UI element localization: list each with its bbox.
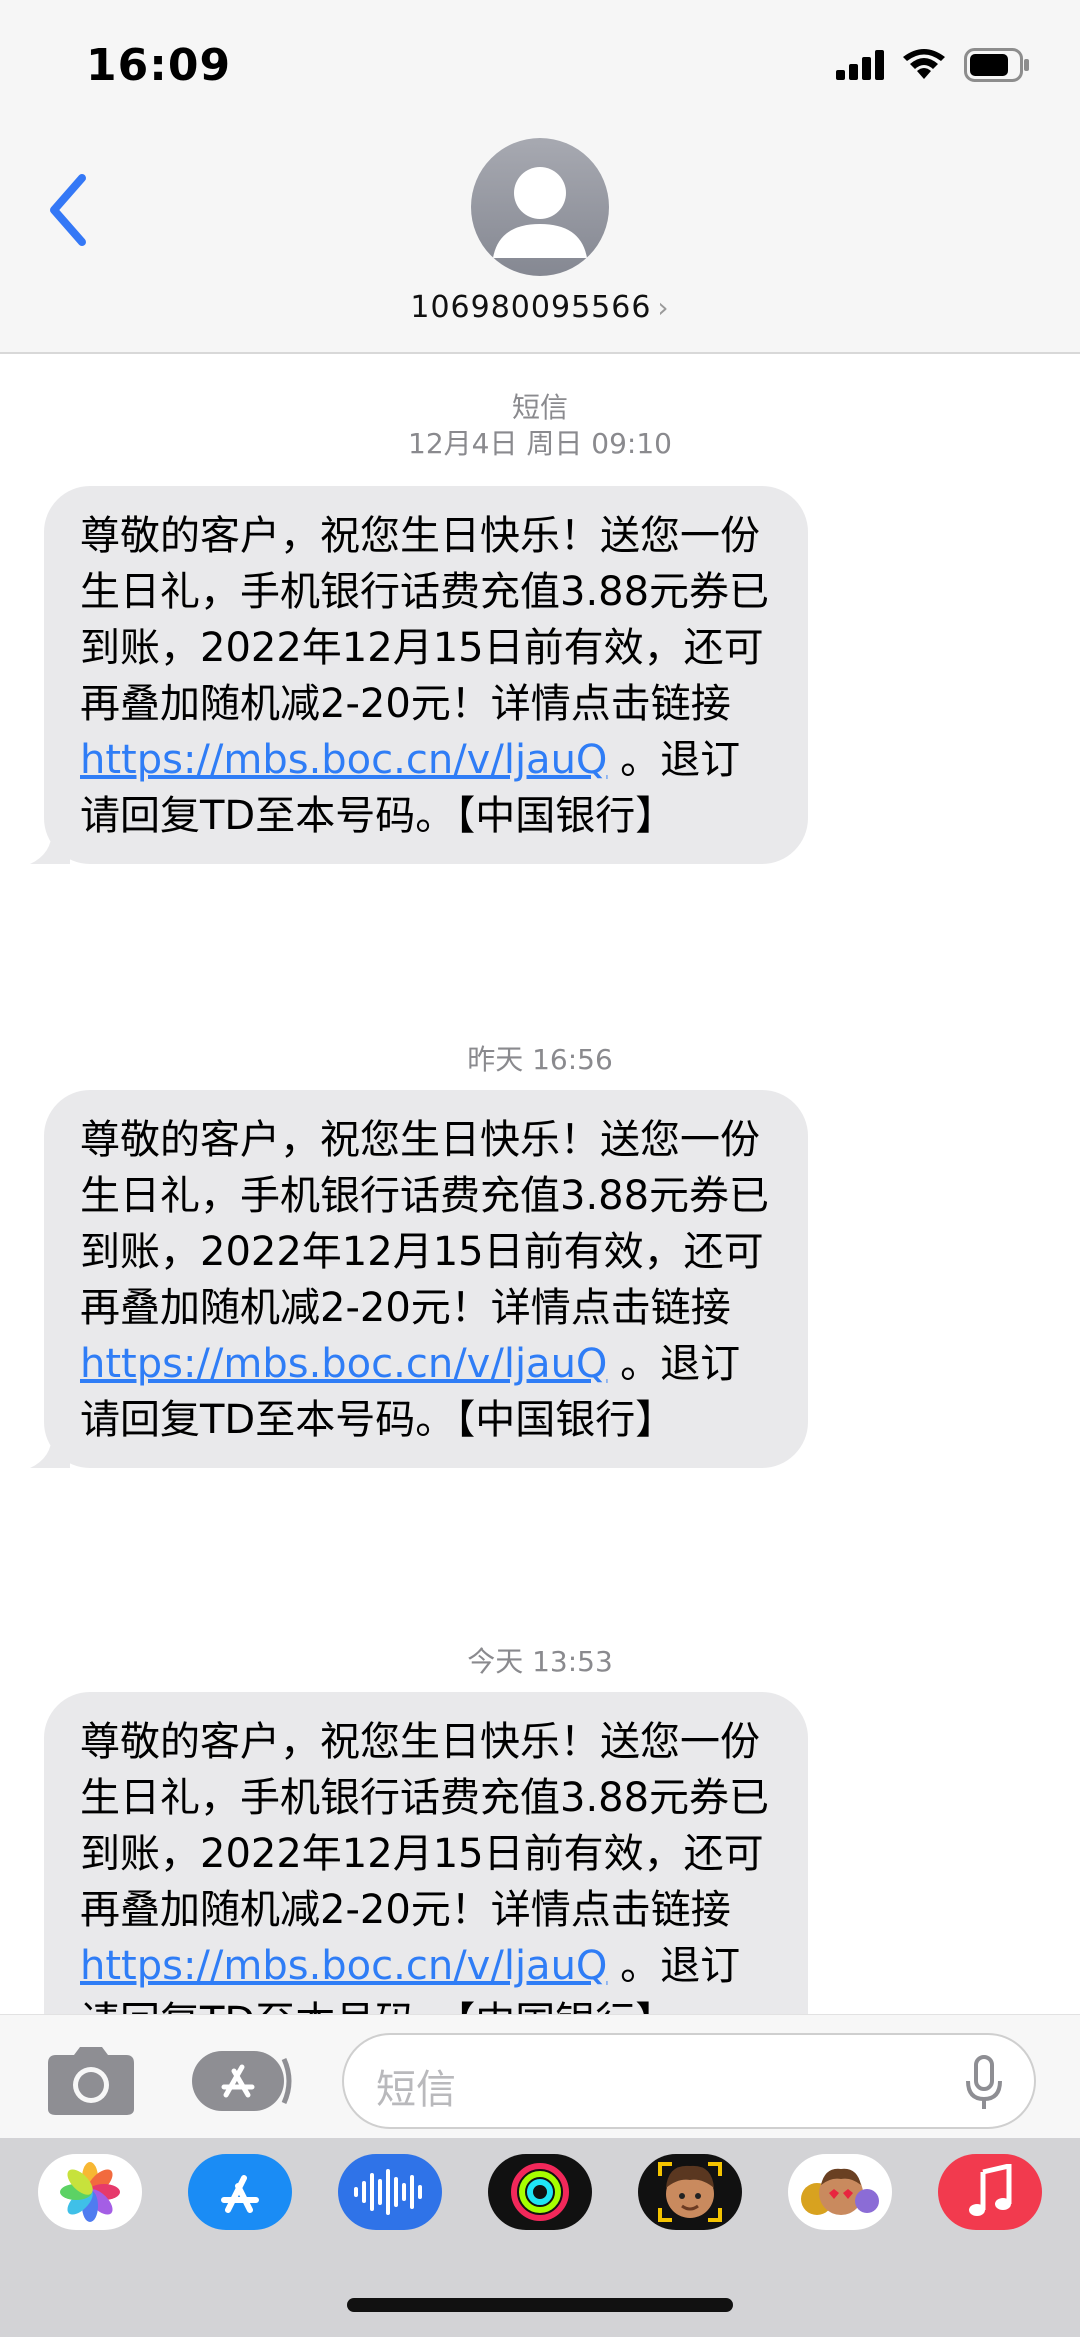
thread-service-label: 短信 [511, 391, 568, 424]
message-link[interactable]: https://mbs.boc.cn/v/ljauQ [80, 737, 607, 783]
animoji-faces-icon [801, 2168, 879, 2215]
activity-rings-icon [511, 2163, 569, 2221]
home-indicator[interactable] [347, 2298, 733, 2312]
fitness-icon[interactable] [488, 2154, 592, 2230]
camera-icon[interactable] [46, 2045, 136, 2117]
apps-button-icon[interactable] [190, 2049, 294, 2113]
appstore-icon[interactable] [188, 2154, 292, 2230]
message-link[interactable]: https://mbs.boc.cn/v/ljauQ [80, 1341, 607, 1387]
compose-bar: 短信 [0, 2014, 1080, 2139]
message-text: 尊敬的客户，祝您生日快乐！送您一份生日礼，手机银行话费充值3.88元券已到账，2… [80, 513, 770, 727]
battery-icon [964, 48, 1029, 82]
message-timestamp: 昨天 16:56 [467, 1043, 613, 1076]
person-icon [493, 167, 587, 258]
message-thread[interactable]: 短信 12月4日 周日 09:10 尊敬的客户，祝您生日快乐！送您一份生日礼，手… [0, 354, 1080, 2014]
message-input[interactable]: 短信 [342, 2033, 1036, 2129]
music-icon[interactable] [938, 2154, 1042, 2230]
message-text: 尊敬的客户，祝您生日快乐！送您一份生日礼，手机银行话费充值3.88元券已到账，2… [80, 1117, 770, 1331]
cellular-signal-icon [836, 50, 884, 80]
wifi-icon [903, 49, 945, 79]
microphone-icon[interactable] [964, 2055, 1004, 2111]
status-time: 16:09 [86, 40, 232, 91]
conversation-header: 16:09 106980095566 › [0, 0, 1080, 354]
message-link[interactable]: https://mbs.boc.cn/v/ljauQ [80, 1943, 607, 1989]
bubble-tail [30, 830, 70, 864]
memoji-icon[interactable] [638, 2154, 742, 2230]
message-bubble[interactable]: 尊敬的客户，祝您生日快乐！送您一份生日礼，手机银行话费充值3.88元券已到账，2… [44, 1692, 808, 2014]
appstore-a-icon [221, 2175, 259, 2213]
audio-message-icon[interactable] [338, 2154, 442, 2230]
message-input-placeholder: 短信 [376, 2067, 456, 2113]
contact-name-row[interactable]: 106980095566 › [0, 290, 1080, 325]
message-text: 尊敬的客户，祝您生日快乐！送您一份生日礼，手机银行话费充值3.88元券已到账，2… [80, 1719, 770, 1933]
message-bubble[interactable]: 尊敬的客户，祝您生日快乐！送您一份生日礼，手机银行话费充值3.88元券已到账，2… [30, 1090, 808, 1468]
photos-icon[interactable] [38, 2154, 142, 2230]
music-note-icon [969, 2164, 1012, 2216]
contact-number: 106980095566 [410, 290, 652, 325]
animoji-icon[interactable] [788, 2154, 892, 2230]
back-chevron-icon[interactable] [42, 170, 102, 250]
status-icons [836, 48, 1030, 82]
message-bubble[interactable]: 尊敬的客户，祝您生日快乐！送您一份生日礼，手机银行话费充值3.88元券已到账，2… [30, 486, 808, 864]
chevron-right-icon: › [657, 291, 670, 324]
message-timestamp: 12月4日 周日 09:10 [408, 427, 672, 460]
contact-avatar[interactable] [471, 138, 609, 276]
app-drawer [0, 2138, 1080, 2337]
message-timestamp: 今天 13:53 [467, 1645, 613, 1678]
photos-flower-icon [60, 2162, 120, 2222]
bubble-tail [30, 1434, 70, 1468]
memoji-face-icon [658, 2162, 722, 2222]
waveform-icon [354, 2169, 422, 2215]
